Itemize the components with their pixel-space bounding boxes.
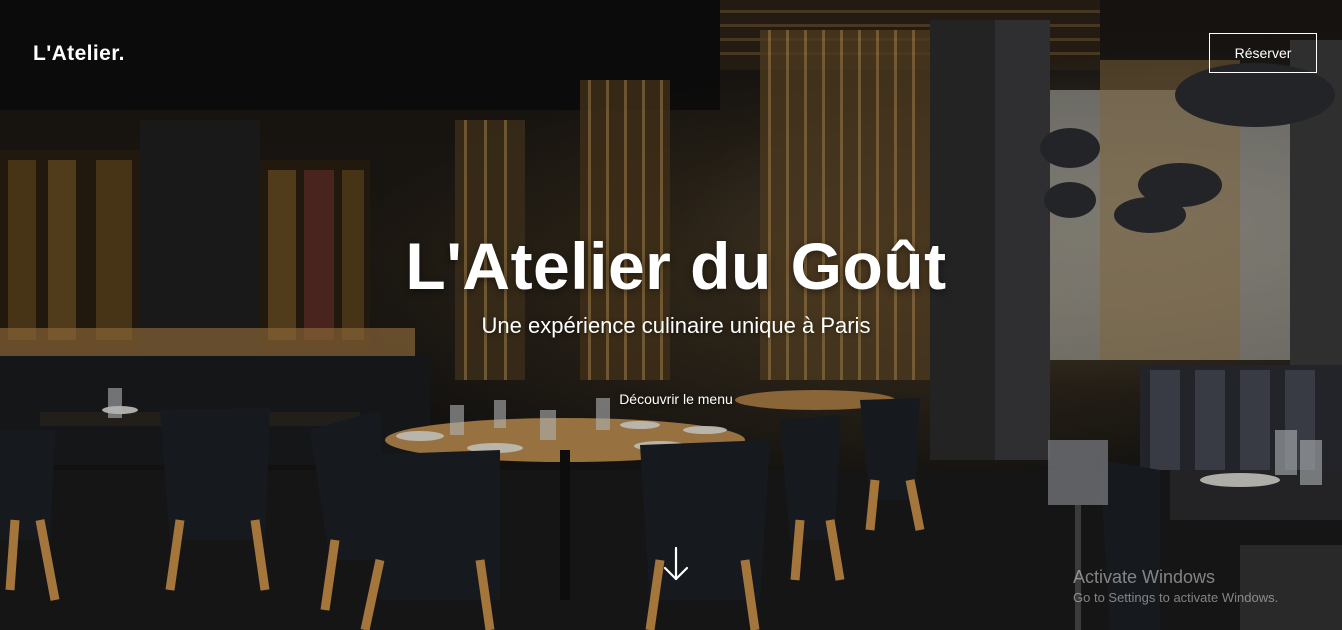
reserve-button[interactable]: Réserver (1209, 33, 1317, 73)
watermark-title: Activate Windows (1073, 567, 1216, 587)
hero-section: L'Atelier. Réserver L'Atelier du Goût Un… (0, 0, 1342, 630)
windows-activation-watermark: Activate Windows Go to Settings to activ… (1073, 566, 1278, 608)
hero-subtitle: Une expérience culinaire unique à Paris (481, 313, 871, 338)
hero-title: L'Atelier du Goût (405, 229, 947, 303)
watermark-subtitle: Go to Settings to activate Windows. (1073, 590, 1279, 605)
arrow-down-icon[interactable] (661, 545, 691, 585)
discover-menu-link[interactable]: Découvrir le menu (600, 388, 752, 410)
brand-logo[interactable]: L'Atelier. (33, 42, 125, 66)
